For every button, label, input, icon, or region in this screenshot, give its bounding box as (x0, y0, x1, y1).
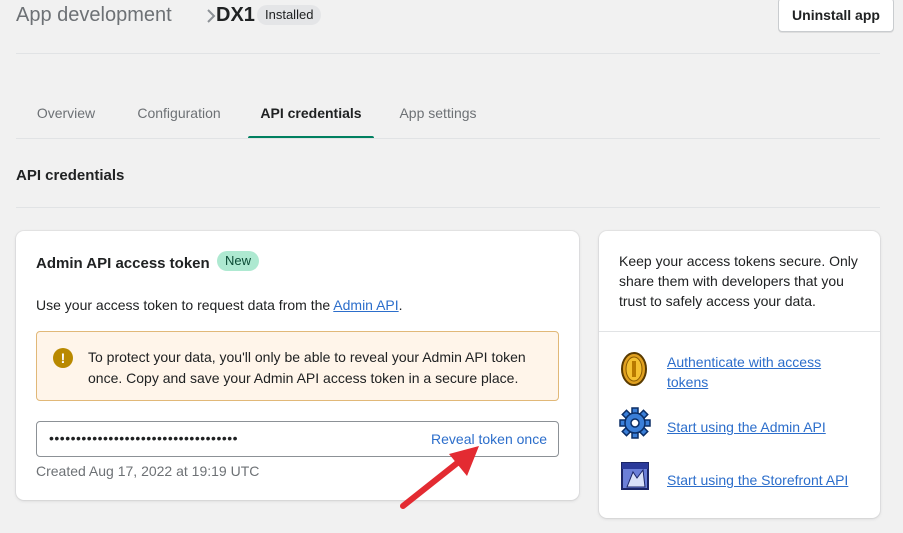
status-badge: Installed (257, 5, 322, 25)
admin-api-token-card: Admin API access token New Use your acce… (16, 231, 579, 500)
coin-icon (619, 351, 649, 392)
created-timestamp: Created Aug 17, 2022 at 19:19 UTC (36, 463, 260, 479)
security-tips-card: Keep your access tokens secure. Only sha… (599, 231, 880, 518)
warning-text: To protect your data, you'll only be abl… (88, 349, 526, 386)
tab-overview[interactable]: Overview (16, 86, 116, 139)
page-header: App development DX1 Installed Uninstall … (16, 0, 894, 34)
new-badge: New (217, 251, 260, 271)
tab-label: Overview (36, 104, 96, 121)
page-title: DX1 (216, 4, 255, 26)
tab-bar: Overview Configuration API credentials A… (16, 86, 880, 139)
tab-label: App settings (399, 104, 477, 121)
start-admin-api-link[interactable]: Start using the Admin API (667, 417, 826, 437)
tab-api-credentials[interactable]: API credentials (248, 86, 374, 139)
breadcrumb-app-development[interactable]: App development (16, 4, 172, 27)
tab-configuration[interactable]: Configuration (116, 86, 242, 139)
description-suffix: . (398, 297, 403, 313)
uninstall-app-button[interactable]: Uninstall app (778, 0, 894, 32)
description-text: Use your access token to request data fr… (36, 297, 334, 313)
chevron-right-icon (206, 8, 216, 29)
gear-icon (619, 407, 651, 444)
tab-app-settings[interactable]: App settings (380, 86, 496, 139)
section-divider (16, 207, 880, 208)
authenticate-access-tokens-link[interactable]: Authenticate with access tokens (667, 352, 847, 392)
masked-token: ••••••••••••••••••••••••••••••••••• (49, 430, 239, 446)
card-divider (599, 331, 880, 332)
card-title: Admin API access token (36, 255, 210, 272)
tab-label: Configuration (137, 104, 221, 121)
tabs-divider (16, 138, 880, 139)
start-storefront-api-link[interactable]: Start using the Storefront API (667, 470, 848, 490)
section-title: API credentials (16, 167, 125, 184)
annotation-arrow-icon (395, 440, 485, 517)
token-description: Use your access token to request data fr… (36, 297, 403, 313)
admin-api-link[interactable]: Admin API (333, 297, 398, 313)
warning-icon: ! (53, 348, 73, 368)
header-divider (16, 53, 880, 54)
security-tip-text: Keep your access tokens secure. Only sha… (619, 253, 858, 309)
storefront-icon (619, 460, 651, 497)
warning-banner: ! To protect your data, you'll only be a… (36, 331, 559, 401)
tab-label: API credentials (260, 104, 362, 121)
